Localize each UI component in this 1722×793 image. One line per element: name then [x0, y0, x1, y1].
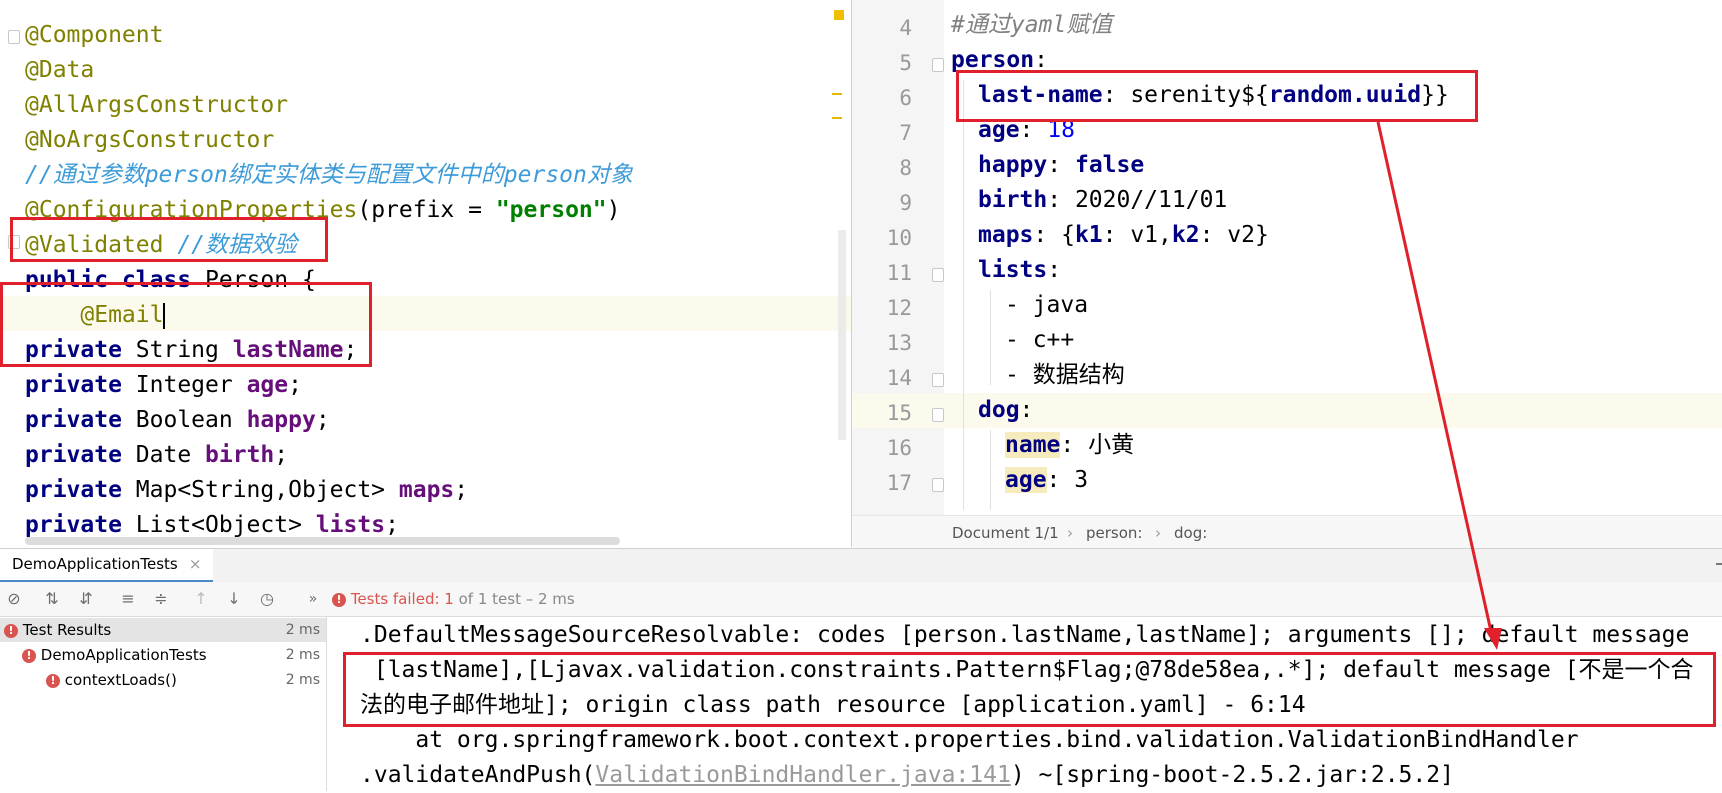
- annotation-arrow-icon: [1376, 121, 1502, 650]
